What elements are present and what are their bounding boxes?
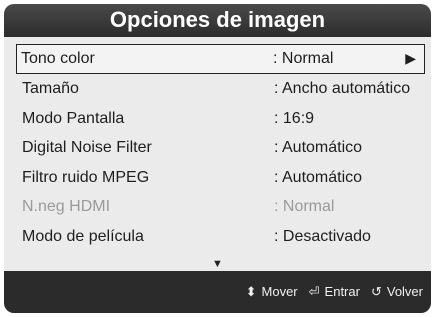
menu-item-value: : 16:9	[274, 109, 315, 127]
menu-item-label: Modo de película	[22, 227, 144, 245]
menu-item-value: : Automático	[274, 168, 363, 186]
options-list: Tono color : Normal ▶ Tamaño : Ancho aut…	[16, 44, 425, 251]
menu-item-label: Digital Noise Filter	[22, 139, 152, 156]
menu-item-label: Tamaño	[22, 80, 79, 97]
scroll-down-icon[interactable]: ▼	[4, 258, 431, 270]
help-guide: ⬍ Mover ⏎ Entrar ↺ Volver	[246, 271, 423, 313]
menu-item-tamano[interactable]: Tamaño : Ancho automático	[16, 74, 425, 104]
menu-item-label: N.neg HDMI	[22, 198, 111, 215]
menu-item-nneg-hdmi: N.neg HDMI : Normal	[16, 192, 425, 222]
help-bar: ⬍ Mover ⏎ Entrar ↺ Volver	[4, 271, 431, 313]
return-icon: ↺	[370, 284, 382, 299]
menu-item-value: : Ancho automático	[274, 80, 411, 97]
menu-item-tono-color[interactable]: Tono color : Normal ▶	[16, 44, 425, 74]
menu-item-value: : Desactivado	[274, 227, 371, 245]
menu-item-label: Filtro ruido MPEG	[22, 168, 150, 186]
menu-item-modo-pelicula[interactable]: Modo de película : Desactivado	[16, 222, 425, 252]
help-move: Mover	[261, 284, 298, 299]
title-bar: Opciones de imagen	[4, 4, 431, 37]
menu-item-digital-noise-filter[interactable]: Digital Noise Filter : Automático	[16, 133, 425, 163]
enter-icon: ⏎	[308, 284, 320, 299]
menu-item-value: : Normal	[274, 198, 335, 215]
help-back: Volver	[386, 284, 423, 299]
play-right-icon: ▶	[405, 50, 416, 66]
menu-item-value: : Normal	[273, 50, 334, 67]
menu-item-label: Tono color	[21, 50, 95, 67]
menu-item-label: Modo Pantalla	[22, 109, 125, 127]
menu-item-filtro-ruido-mpeg[interactable]: Filtro ruido MPEG : Automático	[16, 163, 425, 193]
menu-item-value: : Automático	[274, 139, 363, 156]
dialog-title: Opciones de imagen	[109, 7, 326, 32]
up-down-icon: ⬍	[245, 284, 257, 299]
picture-options-dialog: Opciones de imagen Tono color : Normal ▶…	[4, 4, 431, 313]
help-enter: Entrar	[324, 284, 360, 299]
menu-item-modo-pantalla[interactable]: Modo Pantalla : 16:9	[16, 104, 425, 134]
